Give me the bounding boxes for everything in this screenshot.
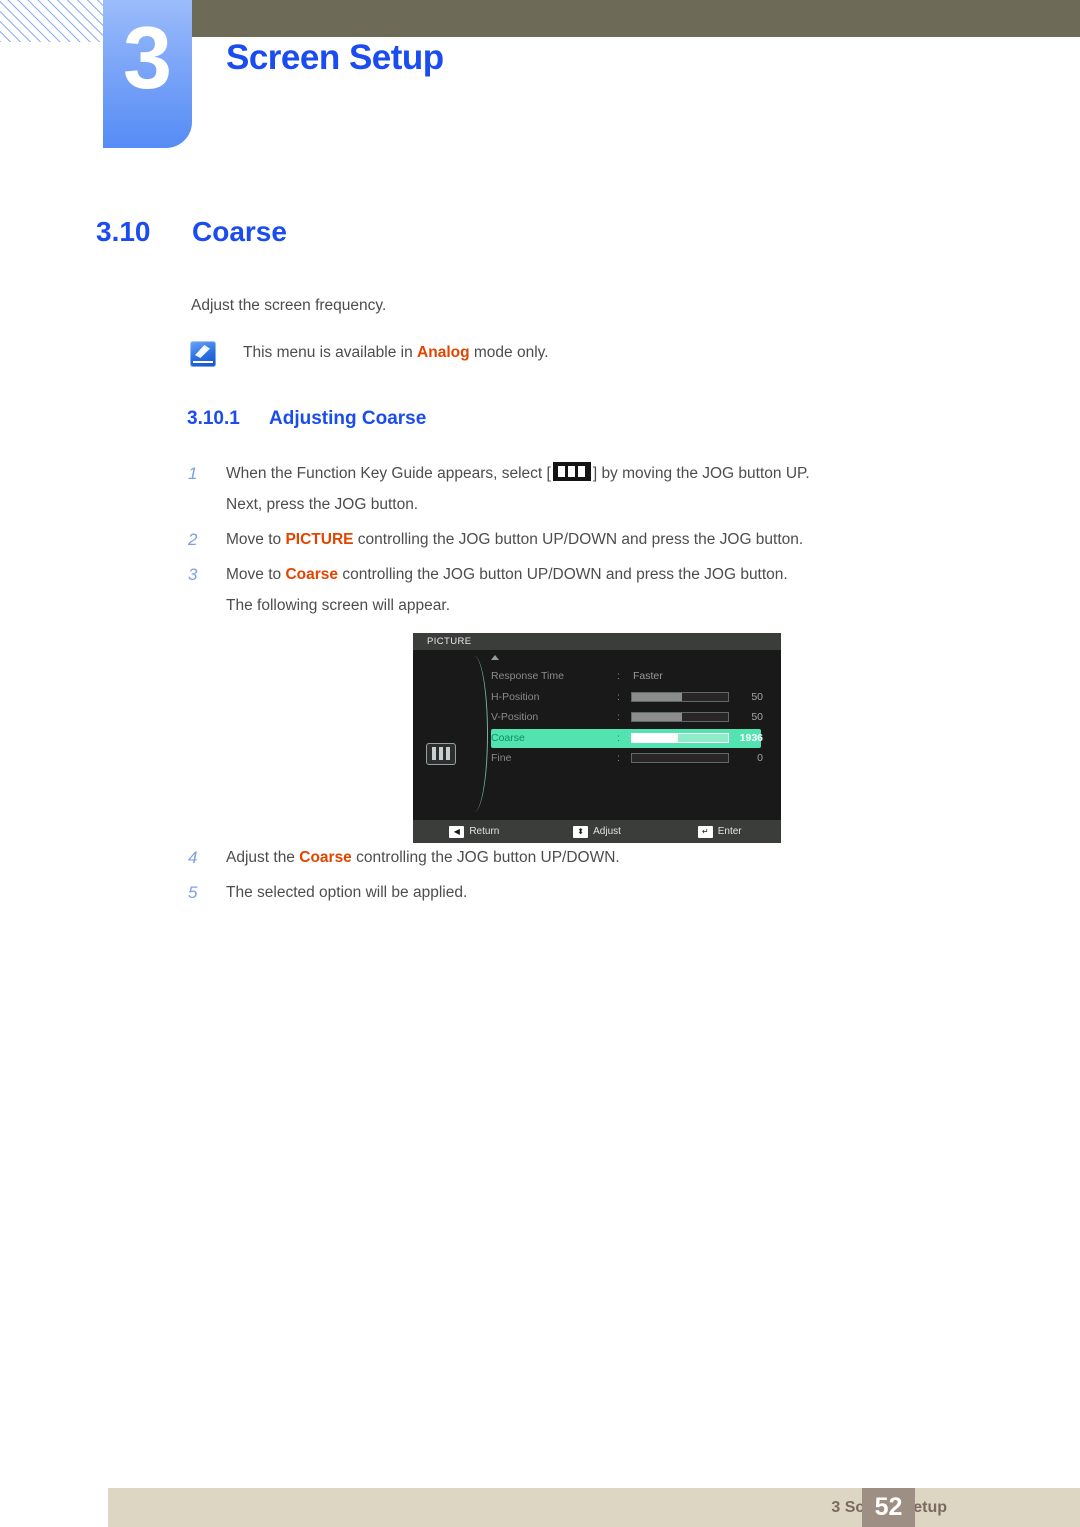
steps-list-top: 1 When the Function Key Guide appears, s… xyxy=(188,458,968,625)
osd-slider[interactable] xyxy=(631,691,729,702)
osd-row-colon: : xyxy=(617,711,620,724)
osd-row-coarse[interactable]: Coarse : 1936 xyxy=(413,728,781,749)
step-number: 4 xyxy=(188,848,198,867)
step-text-before: Move to xyxy=(226,531,286,548)
step-number: 3 xyxy=(188,565,198,584)
note-pencil-icon xyxy=(190,341,216,367)
function-key-guide-icon xyxy=(552,462,591,481)
steps-list-bottom: 4 Adjust the Coarse controlling the JOG … xyxy=(188,842,968,912)
step-text: Move to PICTURE controlling the JOG butt… xyxy=(226,524,803,555)
chapter-number: 3 xyxy=(123,8,172,107)
page-footer-bar: 3 Screen Setup xyxy=(108,1488,1080,1527)
osd-body: Response Time : Faster H-Position : 50 V… xyxy=(413,650,781,820)
osd-row-colon: : xyxy=(617,752,620,765)
osd-return-label: Return xyxy=(469,826,500,837)
osd-slider[interactable] xyxy=(631,753,729,764)
step-item: 4 Adjust the Coarse controlling the JOG … xyxy=(188,842,968,873)
subsection-number: 3.10.1 xyxy=(187,408,240,429)
osd-row-h-position[interactable]: H-Position : 50 xyxy=(413,687,781,708)
step-text-after: controlling the JOG button UP/DOWN and p… xyxy=(338,566,788,583)
osd-slider-fill xyxy=(632,733,679,742)
osd-row-value: 50 xyxy=(751,690,763,703)
chapter-number-tab: 3 xyxy=(103,0,192,148)
step-item: 2 Move to PICTURE controlling the JOG bu… xyxy=(188,524,968,555)
osd-row-label: V-Position xyxy=(491,711,539,724)
osd-footer-bar: ◀ Return ⬍ Adjust ↵ Enter xyxy=(413,820,781,843)
osd-slider[interactable] xyxy=(631,732,729,743)
step-highlight: Coarse xyxy=(285,566,339,583)
note-text: This menu is available in Analog mode on… xyxy=(243,341,549,362)
scroll-up-arrow-icon xyxy=(491,655,499,660)
step-highlight: Coarse xyxy=(299,849,352,866)
step-item: 5 The selected option will be applied. xyxy=(188,877,968,908)
osd-menu-screenshot: PICTURE Response Time : Faster H-Positio… xyxy=(413,633,781,843)
osd-row-value: 50 xyxy=(751,711,763,724)
osd-row-colon: : xyxy=(617,690,620,703)
step-item: 3 Move to Coarse controlling the JOG but… xyxy=(188,559,968,621)
step-text-before: The selected option will be applied. xyxy=(226,884,468,901)
note-text-after: mode only. xyxy=(469,344,549,361)
step-text-after: controlling the JOG button UP/DOWN. xyxy=(351,849,620,866)
osd-adjust-button[interactable]: ⬍ Adjust xyxy=(536,825,659,838)
osd-enter-button[interactable]: ↵ Enter xyxy=(658,825,781,838)
osd-row-label: Coarse xyxy=(491,731,525,744)
osd-row-label: Fine xyxy=(491,752,512,765)
step-subline: Next, press the JOG button. xyxy=(226,496,419,513)
step-number: 1 xyxy=(188,464,198,483)
osd-adjust-label: Adjust xyxy=(593,826,621,837)
osd-title: PICTURE xyxy=(413,633,781,650)
return-left-arrow-icon: ◀ xyxy=(449,825,465,838)
step-highlight: PICTURE xyxy=(285,531,354,548)
osd-row-label: Response Time xyxy=(491,670,564,682)
step-text-after: controlling the JOG button UP/DOWN and p… xyxy=(353,531,804,548)
step-item: 1 When the Function Key Guide appears, s… xyxy=(188,458,968,520)
osd-row-colon: : xyxy=(617,731,620,744)
note-callout: This menu is available in Analog mode on… xyxy=(190,341,549,367)
step-text: Adjust the Coarse controlling the JOG bu… xyxy=(226,842,620,873)
osd-row-value: 0 xyxy=(757,752,763,765)
osd-row-response-time[interactable]: Response Time : Faster xyxy=(413,666,781,687)
subsection-heading: 3.10.1 Adjusting Coarse xyxy=(187,408,426,430)
adjust-updown-arrow-icon: ⬍ xyxy=(573,825,589,838)
osd-return-button[interactable]: ◀ Return xyxy=(413,825,536,838)
step-subline: The following screen will appear. xyxy=(226,597,451,614)
step-text: Move to Coarse controlling the JOG butto… xyxy=(226,559,788,621)
osd-slider-fill xyxy=(632,713,682,722)
chapter-header: 3 Screen Setup xyxy=(0,0,1080,160)
section-lead-text: Adjust the screen frequency. xyxy=(191,297,387,314)
step-text-before: Move to xyxy=(226,566,286,583)
osd-row-colon: : xyxy=(617,670,620,682)
osd-row-value: 1936 xyxy=(739,731,763,744)
enter-key-icon: ↵ xyxy=(697,825,713,838)
header-olive-bar xyxy=(191,0,1080,37)
section-title: Coarse xyxy=(192,216,287,247)
subsection-title: Adjusting Coarse xyxy=(269,408,427,429)
page-number-badge: 52 xyxy=(862,1488,915,1527)
note-highlight: Analog xyxy=(417,344,470,361)
section-heading: 3.10 Coarse xyxy=(96,216,287,248)
osd-row-fine[interactable]: Fine : 0 xyxy=(413,748,781,769)
section-number: 3.10 xyxy=(96,216,151,247)
osd-enter-label: Enter xyxy=(717,826,742,837)
step-text-part: When the Function Key Guide appears, sel… xyxy=(226,465,551,482)
step-number: 5 xyxy=(188,883,198,902)
osd-row-value: Faster xyxy=(633,670,663,682)
osd-slider[interactable] xyxy=(631,712,729,723)
step-text: When the Function Key Guide appears, sel… xyxy=(226,458,810,520)
osd-row-label: H-Position xyxy=(491,690,540,703)
note-text-before: This menu is available in xyxy=(243,344,418,361)
step-text: The selected option will be applied. xyxy=(226,877,467,908)
decorative-hatch-pattern xyxy=(0,0,118,42)
chapter-title: Screen Setup xyxy=(226,38,444,77)
step-number: 2 xyxy=(188,530,198,549)
osd-row-v-position[interactable]: V-Position : 50 xyxy=(413,707,781,728)
osd-slider-fill xyxy=(632,692,682,701)
osd-rows: Response Time : Faster H-Position : 50 V… xyxy=(413,666,781,769)
step-text-before: Adjust the xyxy=(226,849,300,866)
step-text-part: ] by moving the JOG button UP. xyxy=(592,465,810,482)
